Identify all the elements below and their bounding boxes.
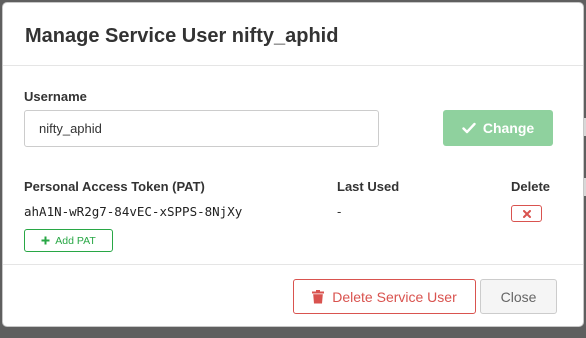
- change-button[interactable]: Change: [443, 110, 553, 146]
- pat-token-value: ahA1N-wR2g7-84vEC-xSPPS-8NjXy: [24, 204, 243, 219]
- modal-body: Username nifty_aphid Change Personal Acc…: [3, 66, 583, 264]
- change-button-label: Change: [482, 120, 535, 136]
- plus-icon: [41, 236, 50, 245]
- delete-service-user-label: Delete Service User: [332, 288, 457, 305]
- delete-service-user-button[interactable]: Delete Service User: [293, 279, 476, 314]
- modal-footer: Delete Service User Close: [3, 264, 583, 327]
- delete-column-header: Delete: [511, 179, 551, 194]
- modal-header: Manage Service User nifty_aphid: [3, 3, 583, 66]
- pat-column-header: Personal Access Token (PAT): [24, 179, 205, 194]
- last-used-column-header: Last Used: [337, 179, 400, 194]
- modal-title: Manage Service User nifty_aphid: [25, 25, 339, 47]
- close-button[interactable]: Close: [480, 279, 557, 314]
- username-input[interactable]: nifty_aphid: [24, 110, 379, 147]
- add-pat-button[interactable]: Add PAT: [24, 229, 113, 252]
- manage-service-user-modal: Manage Service User nifty_aphid Username…: [2, 2, 584, 327]
- check-icon: [462, 122, 476, 134]
- pat-last-used-value: -: [337, 204, 342, 219]
- add-pat-label: Add PAT: [55, 234, 96, 247]
- trash-icon: [312, 289, 325, 304]
- times-icon: [522, 209, 531, 218]
- delete-pat-button[interactable]: [511, 205, 542, 222]
- username-label: Username: [24, 89, 87, 104]
